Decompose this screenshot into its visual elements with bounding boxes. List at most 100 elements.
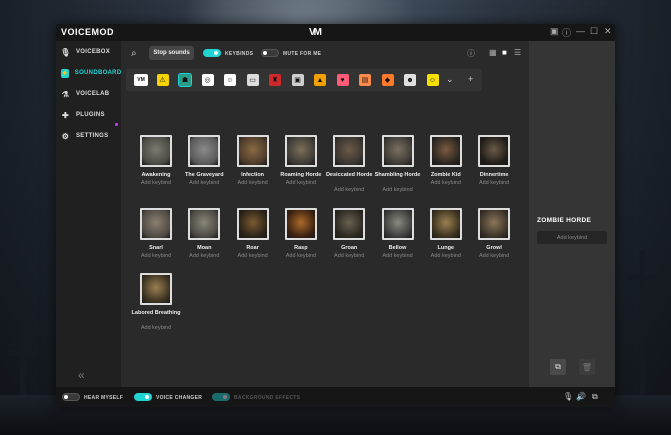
- copy-icon[interactable]: ⧉: [550, 359, 566, 375]
- add-keybind-link[interactable]: Add keybind: [463, 180, 525, 186]
- grid-large-view-icon[interactable]: ■: [502, 48, 507, 57]
- info-icon[interactable]: ⓘ: [467, 48, 475, 59]
- bottom-bar: HEAR MYSELF VOICE CHANGER BACKGROUND EFF…: [56, 387, 615, 407]
- category-gift-icon[interactable]: ◆: [381, 74, 394, 86]
- voicemod-logo: VM: [309, 27, 322, 38]
- hear-myself-label: HEAR MYSELF: [84, 395, 124, 401]
- zombie-image-icon: [480, 137, 509, 165]
- category-poster-icon[interactable]: ▤: [359, 74, 371, 86]
- info-icon[interactable]: ⓘ: [562, 26, 571, 39]
- sound-thumbnail[interactable]: [478, 208, 511, 240]
- sidebar-item-label: SOUNDBOARD: [74, 70, 122, 76]
- sound-thumbnail[interactable]: [236, 135, 269, 167]
- zombie-image-icon: [190, 210, 219, 238]
- sound-thumbnail[interactable]: [333, 135, 366, 167]
- zombie-image-icon: [383, 210, 412, 238]
- category-smile-icon[interactable]: ☺: [426, 74, 439, 86]
- zombie-image-icon: [238, 210, 267, 238]
- sidebar-item-plugins[interactable]: ✚ PLUGINS: [61, 108, 119, 122]
- sound-thumbnail[interactable]: [140, 273, 172, 305]
- stop-sounds-button[interactable]: Stop sounds: [149, 46, 194, 60]
- gear-icon: ⚙: [61, 131, 70, 141]
- sound-thumbnail[interactable]: [429, 208, 462, 240]
- screen-icon[interactable]: ⧉: [592, 392, 598, 402]
- zombie-image-icon: [142, 137, 170, 165]
- add-keybind-link[interactable]: Add keybind: [367, 187, 429, 193]
- sidebar-item-label: VOICEBOX: [76, 49, 111, 55]
- grid-small-view-icon[interactable]: ▦: [489, 48, 497, 57]
- sound-thumbnail[interactable]: [188, 208, 221, 240]
- speaker-icon[interactable]: 🔊: [576, 392, 586, 401]
- zombie-image-icon: [431, 137, 460, 165]
- sidebar-item-label: SETTINGS: [76, 133, 109, 139]
- sound-name: Growl: [486, 245, 502, 251]
- zombie-image-icon: [480, 210, 509, 238]
- collapse-sidebar-icon[interactable]: «: [78, 368, 85, 382]
- sound-thumbnail[interactable]: [284, 208, 317, 240]
- category-character-icon[interactable]: ♜: [269, 74, 281, 86]
- sound-thumbnail[interactable]: [381, 208, 414, 240]
- sound-name: Dinnertime: [479, 172, 509, 178]
- app-title: VOICEMOD: [61, 27, 115, 37]
- background-effects-toggle[interactable]: [212, 393, 230, 401]
- category-cassette-icon[interactable]: ▭: [246, 74, 259, 86]
- sidebar-item-label: VOICELAB: [76, 91, 110, 97]
- sound-thumbnail[interactable]: [429, 135, 462, 167]
- soundboard-icon: ⚡: [61, 68, 69, 78]
- search-icon[interactable]: ⌕: [131, 48, 137, 59]
- zombie-image-icon: [238, 137, 267, 165]
- category-target-icon[interactable]: ◎: [201, 74, 214, 86]
- sound-thumbnail[interactable]: [284, 135, 317, 167]
- sidebar-item-voicebox[interactable]: 🎙 VOICEBOX: [60, 45, 119, 59]
- plugins-notification-dot: [115, 123, 118, 126]
- sound-thumbnail[interactable]: [236, 208, 269, 240]
- trash-icon[interactable]: 🗑: [579, 359, 595, 375]
- sidebar-item-settings[interactable]: ⚙ SETTINGS: [61, 129, 119, 143]
- sidebar-item-soundboard[interactable]: ⚡ SOUNDBOARD: [61, 66, 122, 80]
- sound-thumbnail[interactable]: [381, 135, 414, 167]
- flask-icon: ⚗: [61, 89, 70, 99]
- mute-for-me-toggle[interactable]: [261, 49, 279, 57]
- save-icon[interactable]: ▣: [550, 26, 559, 37]
- selected-add-keybind-button[interactable]: Add keybind: [537, 231, 607, 244]
- add-category-icon[interactable]: +: [468, 74, 473, 84]
- category-heart-icon[interactable]: ♥: [336, 74, 349, 86]
- category-robot-icon[interactable]: ☺: [224, 74, 236, 86]
- category-frame-icon[interactable]: ▣: [291, 74, 304, 86]
- chevron-down-icon[interactable]: ⌄: [446, 74, 454, 85]
- add-keybind-link[interactable]: Add keybind: [463, 253, 525, 259]
- soundboard-main: ⌕ Stop sounds KEYBINDS MUTE FOR ME ⓘ ▦ ■…: [121, 41, 529, 387]
- category-warning-icon[interactable]: ⚠: [156, 74, 169, 86]
- category-person-icon[interactable]: ☻: [404, 74, 416, 86]
- add-keybind-link[interactable]: Add keybind: [125, 325, 187, 331]
- zombie-image-icon: [142, 210, 170, 238]
- list-view-icon[interactable]: ☰: [514, 48, 521, 57]
- category-bar: ⌄ + VM ⚠ ☗ ◎ ☺ ▭ ♜ ▣ ▲ ♥ ▤ ◆ ☻ ☺: [126, 69, 482, 91]
- zombie-image-icon: [431, 210, 460, 238]
- background-effects-label: BACKGROUND EFFECTS: [234, 395, 301, 401]
- voice-changer-toggle[interactable]: [134, 393, 152, 401]
- category-monster-icon[interactable]: ☗: [178, 73, 192, 87]
- sidebar-item-voicelab[interactable]: ⚗ VOICELAB: [61, 87, 119, 101]
- background-cross: [8, 350, 38, 356]
- keybinds-label: KEYBINDS: [225, 51, 254, 57]
- add-keybind-link[interactable]: Add keybind: [270, 180, 332, 186]
- sound-thumbnail[interactable]: [140, 135, 172, 167]
- keybinds-toggle[interactable]: [203, 49, 221, 57]
- category-alert-icon[interactable]: ▲: [314, 74, 326, 86]
- hear-myself-toggle[interactable]: [62, 393, 80, 401]
- soundboard-toolbar: ⌕ Stop sounds KEYBINDS MUTE FOR ME ⓘ ▦ ■…: [121, 41, 529, 65]
- close-icon[interactable]: ✕: [604, 26, 612, 37]
- sound-thumbnail[interactable]: [140, 208, 172, 240]
- maximize-icon[interactable]: ☐: [590, 26, 598, 37]
- sound-thumbnail[interactable]: [333, 208, 366, 240]
- microphone-icon[interactable]: 🎙: [563, 392, 573, 401]
- sidebar: 🎙 VOICEBOX ⚡ SOUNDBOARD ⚗ VOICELAB ✚ PLU…: [56, 41, 121, 387]
- sound-thumbnail[interactable]: [188, 135, 221, 167]
- zombie-image-icon: [142, 275, 170, 303]
- background-cross: [640, 250, 645, 410]
- sound-thumbnail[interactable]: [478, 135, 511, 167]
- category-vm-logo-icon[interactable]: VM: [134, 74, 148, 86]
- minimize-icon[interactable]: —: [576, 26, 585, 36]
- zombie-image-icon: [190, 137, 219, 165]
